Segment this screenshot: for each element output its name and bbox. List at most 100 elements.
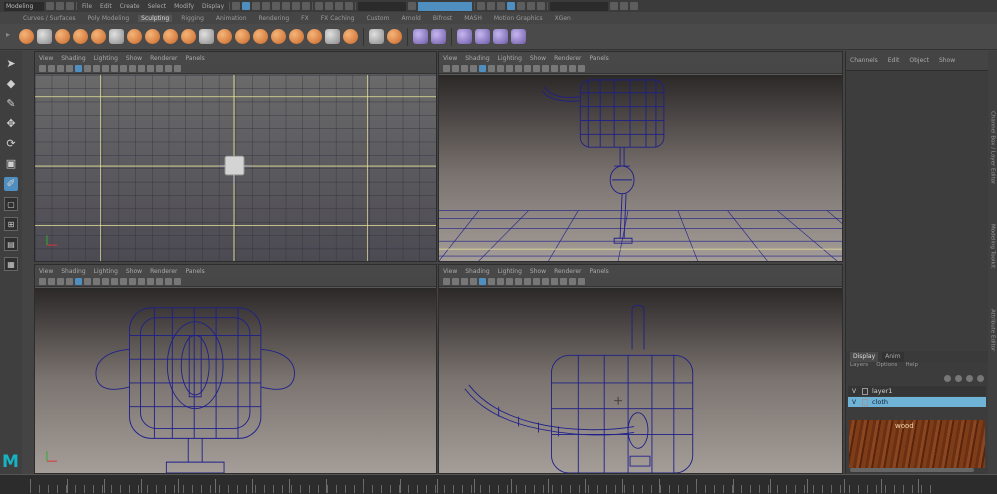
image-plane-icon[interactable] xyxy=(461,278,468,285)
side-tab-attribute-editor[interactable]: Attribute Editor xyxy=(990,309,996,351)
viewport-menu-panels[interactable]: Panels xyxy=(589,268,608,275)
xray-icon[interactable] xyxy=(560,278,567,285)
camera-field[interactable] xyxy=(418,1,473,11)
wax-tool-icon[interactable] xyxy=(199,29,214,44)
viewport-canvas[interactable] xyxy=(439,288,842,473)
repeat-tool-icon[interactable] xyxy=(163,29,178,44)
unmask-icon[interactable] xyxy=(431,29,446,44)
backface-icon[interactable] xyxy=(578,278,585,285)
viewport-side[interactable]: View Shading Lighting Show Renderer Pane… xyxy=(438,264,843,474)
shadows-icon[interactable] xyxy=(111,65,118,72)
viewport-front[interactable]: View Shading Lighting Show Renderer Pane… xyxy=(34,264,437,474)
layout-icon[interactable] xyxy=(527,2,536,10)
aa-icon[interactable] xyxy=(533,278,540,285)
rotate-tool-icon[interactable]: ⟳ xyxy=(4,137,18,151)
amplify-tool-icon[interactable] xyxy=(307,29,322,44)
viewport-canvas[interactable] xyxy=(439,75,842,261)
outliner-layout-icon[interactable]: ▤ xyxy=(4,237,18,251)
shelf-tab[interactable]: Motion Graphics xyxy=(491,15,546,22)
layout-icon[interactable] xyxy=(507,2,516,10)
grid-icon[interactable] xyxy=(66,65,73,72)
lights-icon[interactable] xyxy=(506,65,513,72)
viewport-menu-panels[interactable]: Panels xyxy=(185,268,204,275)
menu-modify[interactable]: Modify xyxy=(171,3,197,10)
tab-display[interactable]: Display xyxy=(850,352,879,362)
ao-icon[interactable] xyxy=(524,65,531,72)
history-icon[interactable] xyxy=(315,2,324,10)
flatten-tool-icon[interactable] xyxy=(109,29,124,44)
move-tool-icon[interactable]: ✥ xyxy=(4,117,18,131)
grid-icon[interactable] xyxy=(470,278,477,285)
lasso-tool-icon[interactable]: ◆ xyxy=(4,77,18,91)
viewport-menu-renderer[interactable]: Renderer xyxy=(554,55,581,62)
isolate-icon[interactable] xyxy=(551,278,558,285)
tab-anim[interactable]: Anim xyxy=(882,352,904,362)
freeze-tool-icon[interactable] xyxy=(325,29,340,44)
viewport-menu-show[interactable]: Show xyxy=(530,55,546,62)
viewport-menu-view[interactable]: View xyxy=(39,55,53,62)
time-slider[interactable] xyxy=(0,474,997,494)
imprint-tool-icon[interactable] xyxy=(181,29,196,44)
clear-mask-icon[interactable] xyxy=(493,29,508,44)
fill-tool-icon[interactable] xyxy=(235,29,250,44)
paint-tool-icon[interactable]: ✎ xyxy=(4,97,18,111)
wireframe-icon[interactable] xyxy=(75,65,82,72)
bookmark-icon[interactable] xyxy=(452,278,459,285)
viewport-menu-shading[interactable]: Shading xyxy=(61,55,85,62)
convert-freeze-icon[interactable] xyxy=(343,29,358,44)
lights-icon[interactable] xyxy=(102,278,109,285)
pinch-tool-icon[interactable] xyxy=(91,29,106,44)
layer-menu-help[interactable]: Help xyxy=(905,362,918,371)
camera-icon[interactable] xyxy=(39,278,46,285)
isolate-icon[interactable] xyxy=(147,65,154,72)
viewport-menu-lighting[interactable]: Lighting xyxy=(94,55,118,62)
menu-create[interactable]: Create xyxy=(117,3,143,10)
shelf-menu-icon[interactable]: ▸ xyxy=(6,30,16,44)
layout-icon[interactable] xyxy=(497,2,506,10)
shadows-icon[interactable] xyxy=(515,278,522,285)
workspace-icon[interactable] xyxy=(620,2,629,10)
layout-icon[interactable] xyxy=(517,2,526,10)
shadows-icon[interactable] xyxy=(111,278,118,285)
snap-curve-icon[interactable] xyxy=(272,2,281,10)
paint-select-icon[interactable] xyxy=(252,2,261,10)
select-tool-icon[interactable]: ➤ xyxy=(4,57,18,71)
grid-icon[interactable] xyxy=(470,65,477,72)
isolate-icon[interactable] xyxy=(147,278,154,285)
viewport-menu-view[interactable]: View xyxy=(39,268,53,275)
unfreeze-icon[interactable] xyxy=(511,29,526,44)
camera-icon[interactable] xyxy=(443,65,450,72)
xray-icon[interactable] xyxy=(156,278,163,285)
menu-set-selector[interactable]: Modeling xyxy=(4,1,44,11)
backface-icon[interactable] xyxy=(174,278,181,285)
side-tab-modeling-toolkit[interactable]: Modeling Toolkit xyxy=(990,224,996,268)
spray-tool-icon[interactable] xyxy=(145,29,160,44)
foamy-tool-icon[interactable] xyxy=(127,29,142,44)
shelf-tab[interactable]: Bifrost xyxy=(430,15,455,22)
shelf-tab[interactable]: Curves / Surfaces xyxy=(20,15,79,22)
ao-icon[interactable] xyxy=(120,278,127,285)
gear-icon[interactable] xyxy=(369,29,384,44)
snap-point-icon[interactable] xyxy=(282,2,291,10)
move-layer-down-icon[interactable] xyxy=(955,374,962,382)
symmetry-icon[interactable] xyxy=(408,2,417,10)
wireframe-icon[interactable] xyxy=(479,65,486,72)
custom-layout-icon[interactable]: ▦ xyxy=(4,257,18,271)
shelf-tab[interactable]: Rendering xyxy=(256,15,293,22)
isolate-icon[interactable] xyxy=(551,65,558,72)
viewport-menu-lighting[interactable]: Lighting xyxy=(94,268,118,275)
horizontal-scrollbar[interactable] xyxy=(850,468,974,472)
render-settings-icon[interactable] xyxy=(345,2,354,10)
viewport-menu-show[interactable]: Show xyxy=(126,55,142,62)
layer-color-swatch[interactable] xyxy=(862,398,868,406)
snap-grid-icon[interactable] xyxy=(262,2,271,10)
viewport-menu-panels[interactable]: Panels xyxy=(185,55,204,62)
backface-icon[interactable] xyxy=(578,65,585,72)
smooth-shade-icon[interactable] xyxy=(84,65,91,72)
grab-tool-icon[interactable] xyxy=(73,29,88,44)
viewport-menu-shading[interactable]: Shading xyxy=(465,55,489,62)
invert-mask-icon[interactable] xyxy=(475,29,490,44)
xray-joints-icon[interactable] xyxy=(569,65,576,72)
workspace-icon[interactable] xyxy=(610,2,619,10)
sculpt-brush-icon[interactable]: ✐ xyxy=(4,177,18,191)
